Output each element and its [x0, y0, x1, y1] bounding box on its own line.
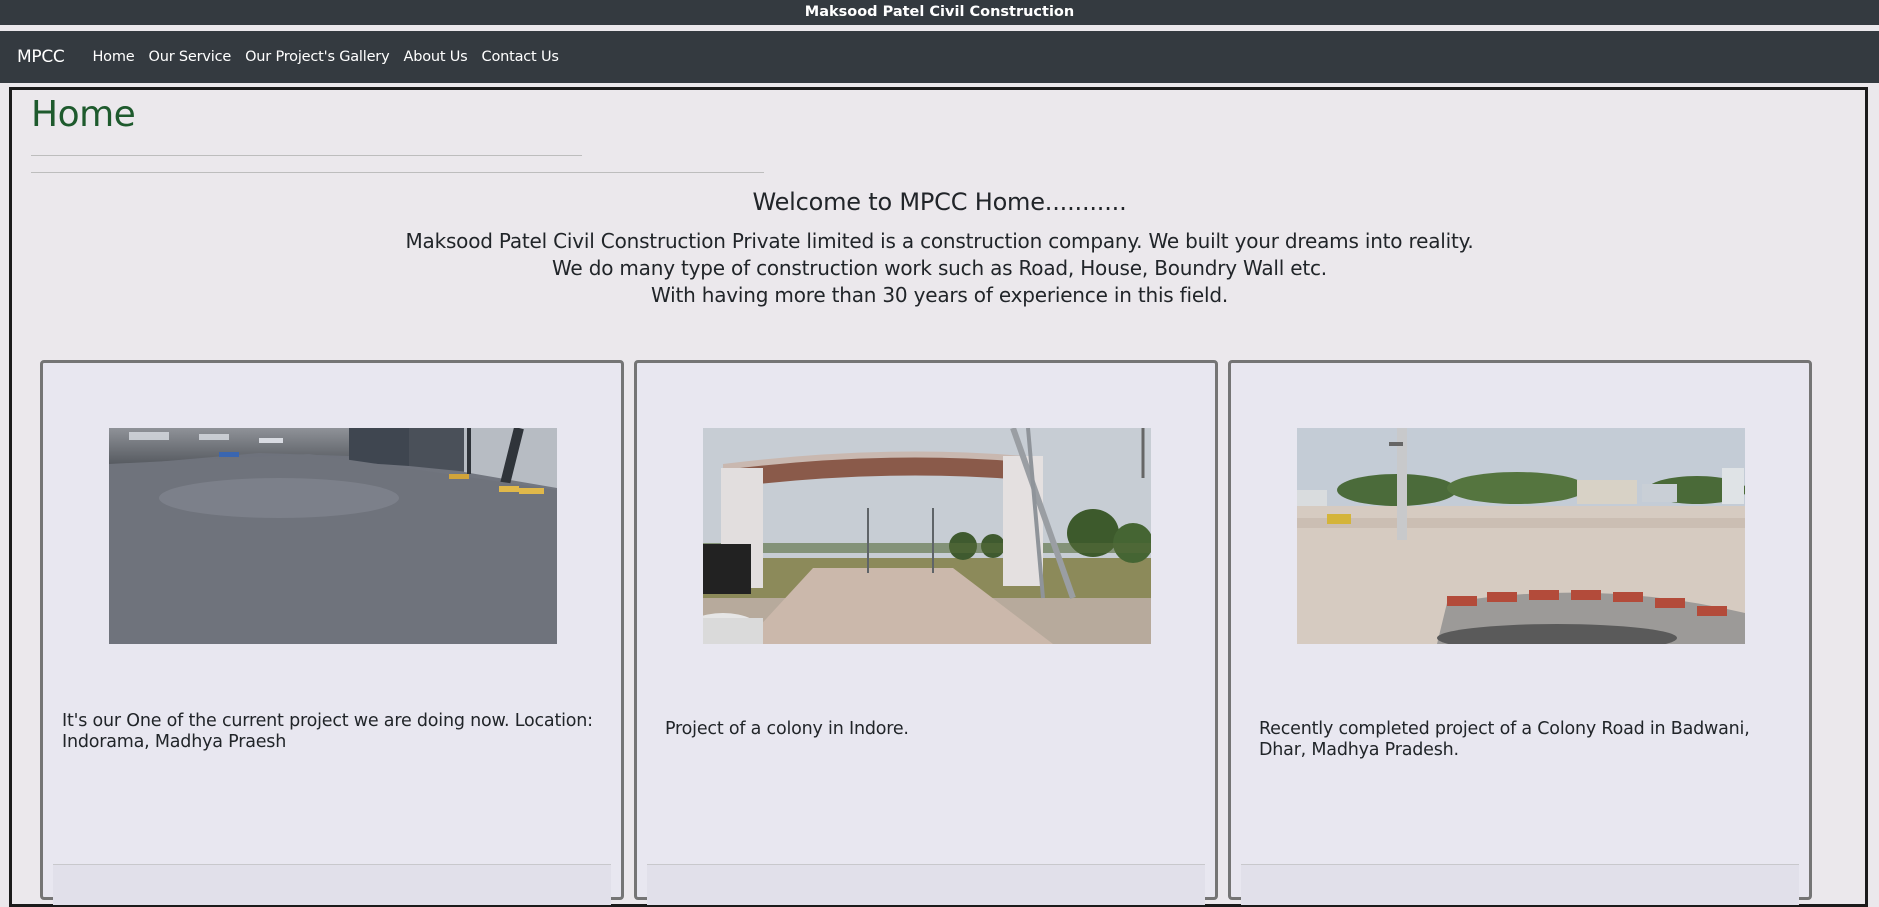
intro-line: Maksood Patel Civil Construction Private…	[405, 229, 1474, 253]
welcome-heading: Welcome to MPCC Home...........	[752, 188, 1127, 216]
nav-link-our-service[interactable]: Our Service	[149, 49, 232, 65]
brand-link[interactable]: MPCC	[17, 47, 65, 67]
project-card: Recently completed project of a Colony R…	[1228, 360, 1812, 905]
intro-paragraph: Maksood Patel Civil Construction Private…	[0, 228, 1879, 309]
project-card-caption: Recently completed project of a Colony R…	[1259, 719, 1750, 760]
colony-entrance-gate-photo	[703, 428, 1151, 644]
card-footer	[647, 865, 1205, 905]
intro-line: We do many type of construction work suc…	[552, 256, 1327, 280]
card-footer	[53, 865, 611, 905]
site-banner: Maksood Patel Civil Construction	[0, 0, 1879, 25]
project-card: Project of a colony in Indore.	[634, 360, 1218, 905]
nav-link-about-us[interactable]: About Us	[403, 49, 467, 65]
card-footer	[1241, 865, 1799, 905]
project-card-caption: Project of a colony in Indore.	[665, 719, 909, 739]
main-navbar: MPCC Home Our Service Our Project's Gall…	[0, 31, 1879, 83]
title-divider-short	[31, 155, 582, 156]
colony-road-photo	[1297, 428, 1745, 644]
title-divider-long	[31, 172, 764, 173]
project-card-caption: It's our One of the current project we a…	[62, 711, 593, 752]
nav-link-projects-gallery[interactable]: Our Project's Gallery	[245, 49, 390, 65]
site-banner-title: Maksood Patel Civil Construction	[804, 4, 1075, 20]
intro-line: With having more than 30 years of experi…	[651, 283, 1228, 307]
nav-link-home[interactable]: Home	[92, 49, 134, 65]
warehouse-concrete-floor-photo	[109, 428, 557, 644]
project-card: It's our One of the current project we a…	[40, 360, 624, 905]
nav-link-contact-us[interactable]: Contact Us	[482, 49, 559, 65]
page-title: Home	[31, 94, 136, 135]
